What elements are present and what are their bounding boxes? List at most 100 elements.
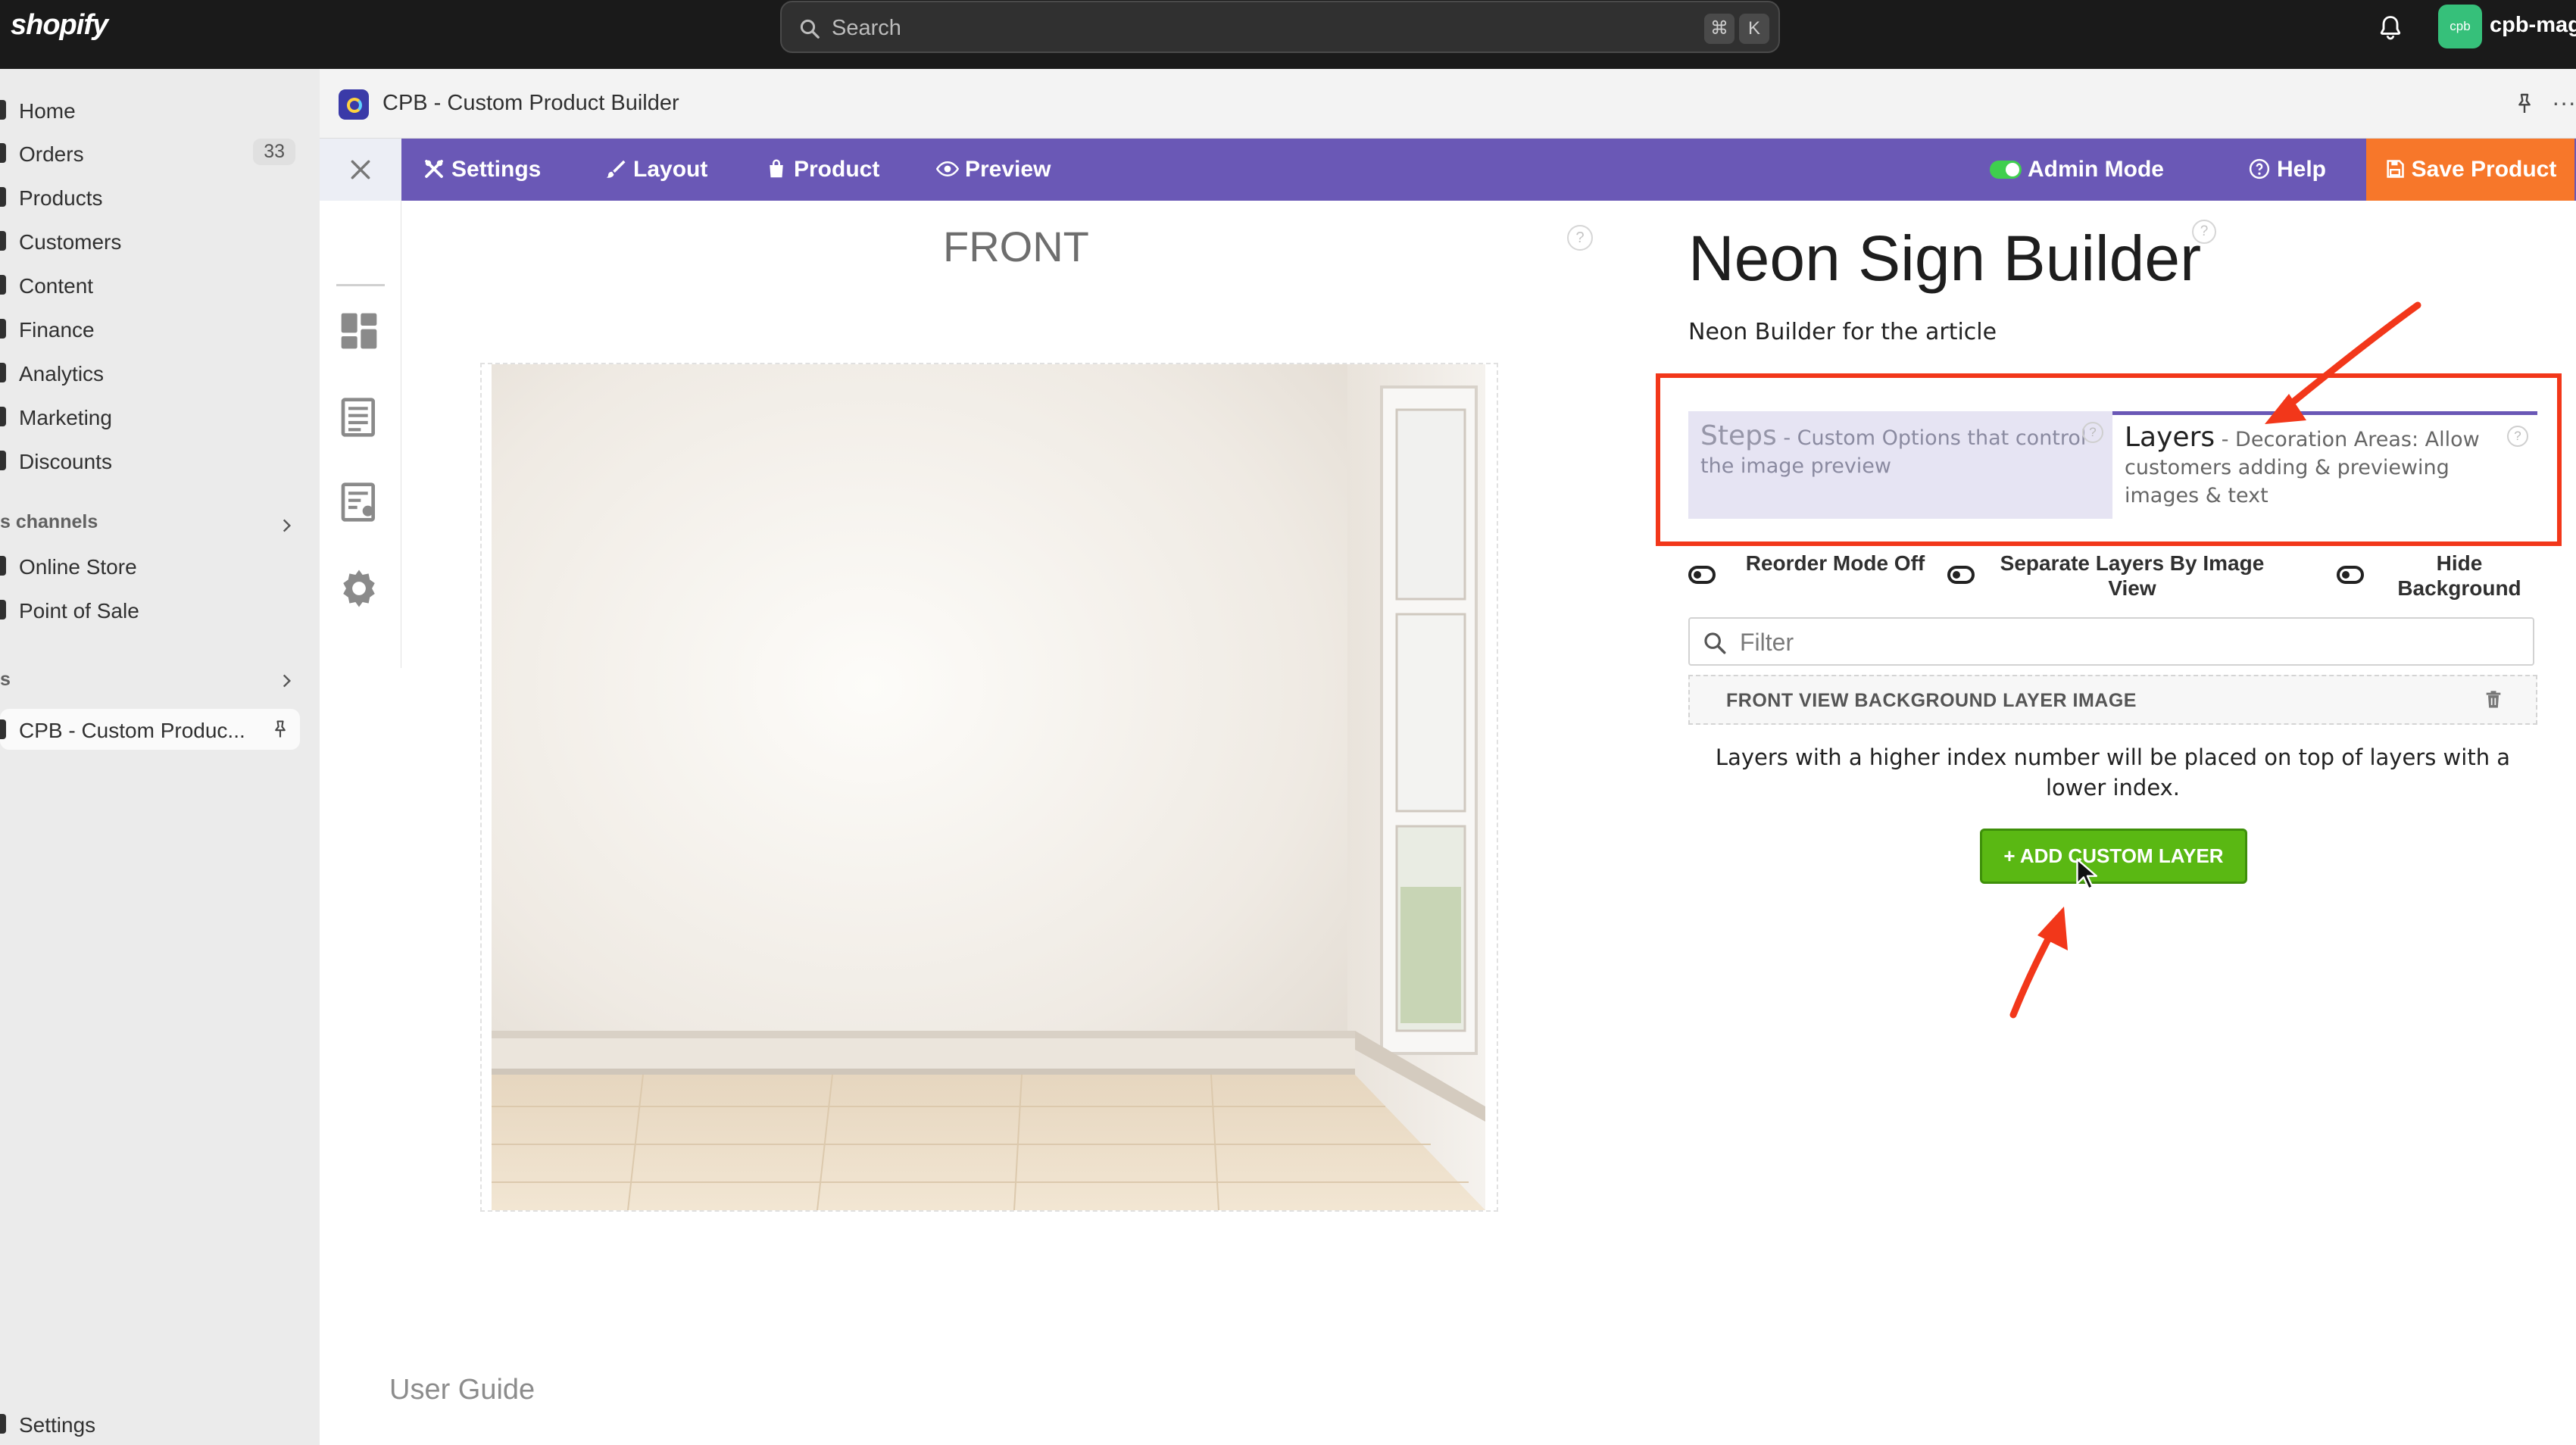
search-icon: [1704, 632, 1726, 654]
toggle-off-icon: [2337, 566, 2364, 584]
sidebar-item-marketing[interactable]: Marketing: [0, 396, 303, 437]
builder-toolbar: Settings Layout Product Preview Admin Mo…: [401, 139, 2576, 201]
product-tab[interactable]: Product: [765, 139, 879, 201]
sidebar-item-cpb-app[interactable]: CPB - Custom Produc...: [0, 709, 300, 750]
top-bar: shopify Search ⌘ K cpb cpb-mago: [0, 0, 2576, 69]
sidebar-item-label: Customers: [19, 230, 122, 254]
sidebar-item-label: Finance: [19, 318, 95, 342]
eye-icon: [935, 161, 960, 177]
reorder-mode-toggle[interactable]: Reorder Mode Off: [1688, 551, 1976, 604]
floppy-disk-icon: [2387, 160, 2404, 178]
toggle-off-icon: [1947, 566, 1975, 584]
annotation-arrow-icon: [2265, 301, 2421, 424]
pin-icon[interactable]: [270, 719, 291, 740]
sidebar-item-label: CPB - Custom Produc...: [19, 719, 245, 742]
sidebar-item-label: Point of Sale: [19, 599, 139, 623]
chevron-right-icon[interactable]: [276, 671, 296, 691]
list-item[interactable]: FRONT VIEW BACKGROUND LAYER IMAGE: [1688, 675, 2537, 725]
hide-background-label: Hide Background: [2397, 551, 2521, 600]
close-icon: [351, 160, 370, 179]
preview-tab[interactable]: Preview: [935, 139, 1051, 201]
admin-mode-label: Admin Mode: [2028, 157, 2164, 182]
product-tab-label: Product: [794, 157, 880, 182]
store-name[interactable]: cpb-mago: [2490, 13, 2576, 38]
brush-icon: [606, 160, 626, 178]
bell-icon[interactable]: [2377, 14, 2404, 41]
settings-tab-label: Settings: [451, 157, 542, 182]
close-button[interactable]: [320, 139, 401, 201]
separate-layers-toggle[interactable]: Separate Layers By Image View: [1947, 551, 2296, 604]
cpb-app-icon: [0, 719, 6, 739]
annotation-highlight-box: [1656, 373, 2562, 546]
sidebar-item-label: Settings: [19, 1413, 96, 1437]
search-icon: [800, 19, 820, 39]
sidebar-item-label: Content: [19, 274, 94, 298]
orders-icon: [0, 143, 6, 163]
help-button[interactable]: Help: [2248, 139, 2326, 201]
apps-heading[interactable]: s: [0, 669, 11, 691]
form-settings-icon[interactable]: [338, 481, 380, 523]
content-icon: [0, 275, 6, 295]
sidebar-item-online-store[interactable]: Online Store: [0, 545, 303, 586]
avatar[interactable]: cpb: [2438, 5, 2482, 48]
question-circle-icon: [2249, 158, 2270, 179]
sidebar-item-home[interactable]: Home: [0, 89, 303, 130]
add-custom-layer-button[interactable]: + ADD CUSTOM LAYER: [1980, 829, 2247, 884]
sidebar-item-settings[interactable]: Settings: [0, 1403, 303, 1444]
search-placeholder: Search: [832, 16, 901, 40]
save-product-button[interactable]: Save Product: [2366, 139, 2574, 201]
user-guide-link[interactable]: User Guide: [389, 1374, 535, 1406]
sidebar-item-orders[interactable]: Orders 33: [0, 133, 303, 173]
rail-divider: [336, 284, 385, 286]
list-icon[interactable]: [338, 396, 380, 438]
sidebar-item-content[interactable]: Content: [0, 264, 303, 305]
reorder-mode-label: Reorder Mode Off: [1745, 551, 1925, 575]
sidebar-item-discounts[interactable]: Discounts: [0, 440, 303, 481]
analytics-icon: [0, 363, 6, 382]
search-bar[interactable]: Search ⌘ K: [780, 1, 1780, 53]
product-title: Neon Sign Builder: [1688, 223, 2202, 294]
pin-icon[interactable]: [2512, 92, 2537, 116]
shopping-bag-icon: [770, 159, 783, 178]
more-actions-button[interactable]: ···: [2552, 89, 2576, 117]
sidebar-item-products[interactable]: Products: [0, 176, 303, 217]
sidebar-item-label: Marketing: [19, 406, 112, 429]
chevron-right-icon[interactable]: [276, 516, 296, 535]
sidebar-item-label: Online Store: [19, 555, 137, 579]
finance-icon: [0, 319, 6, 339]
gear-icon[interactable]: [338, 567, 380, 610]
layout-tab[interactable]: Layout: [604, 139, 707, 201]
discounts-icon: [0, 451, 6, 470]
products-icon: [0, 187, 6, 207]
sidebar-item-label: Orders: [19, 142, 84, 166]
hide-background-toggle[interactable]: Hide Background: [2337, 551, 2537, 604]
point-of-sale-icon: [0, 600, 6, 620]
app-header: CPB - Custom Product Builder ···: [320, 69, 2576, 139]
marketing-icon: [0, 407, 6, 426]
help-icon[interactable]: ?: [1567, 225, 1593, 251]
trash-icon[interactable]: [2483, 689, 2504, 710]
orders-count-badge: 33: [253, 139, 295, 165]
background-layer-image[interactable]: [492, 364, 1485, 1210]
layout-tab-label: Layout: [633, 157, 708, 182]
help-icon[interactable]: ?: [2192, 220, 2216, 244]
toggle-off-icon: [1688, 566, 1716, 584]
shopify-logo[interactable]: shopify: [11, 9, 108, 42]
app-title: CPB - Custom Product Builder: [382, 91, 679, 115]
sidebar-item-finance[interactable]: Finance: [0, 308, 303, 349]
home-icon: [0, 100, 6, 120]
sidebar-item-analytics[interactable]: Analytics: [0, 352, 303, 393]
admin-mode-toggle[interactable]: Admin Mode: [1990, 139, 2164, 201]
dashboard-icon[interactable]: [338, 310, 380, 352]
filter-field[interactable]: [1688, 617, 2534, 666]
layers-note: Layers with a higher index number will b…: [1715, 744, 2511, 801]
separate-layers-label: Separate Layers By Image View: [2000, 551, 2265, 600]
help-label: Help: [2277, 157, 2327, 182]
settings-tab[interactable]: Settings: [423, 139, 541, 201]
filter-input[interactable]: [1740, 626, 2512, 658]
tools-icon: [425, 160, 443, 178]
sales-channels-heading[interactable]: s channels: [0, 511, 98, 533]
sidebar-item-customers[interactable]: Customers: [0, 220, 303, 261]
preview-tab-label: Preview: [965, 157, 1051, 182]
sidebar-item-point-of-sale[interactable]: Point of Sale: [0, 589, 303, 630]
